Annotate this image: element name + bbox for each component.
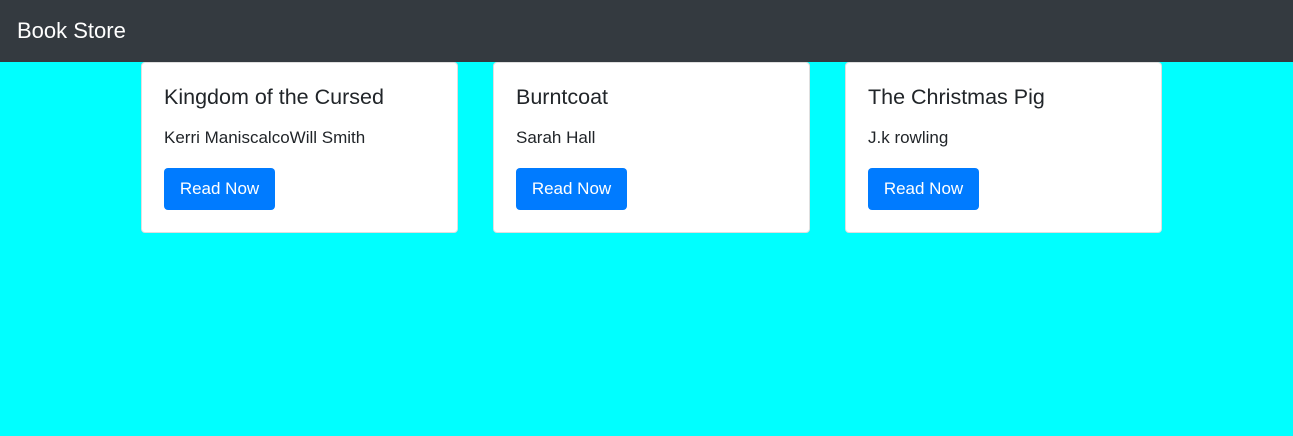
book-title: Burntcoat xyxy=(516,85,609,109)
book-title: The Christmas Pig xyxy=(868,85,1045,109)
book-card: Burntcoat Sarah Hall Read Now xyxy=(493,62,810,233)
read-now-button[interactable]: Read Now xyxy=(868,168,979,210)
book-author: Sarah Hall xyxy=(516,128,596,147)
book-author: Kerri ManiscalcoWill Smith xyxy=(164,128,366,147)
brand-link[interactable]: Book Store xyxy=(17,17,126,45)
book-card: Kingdom of the Cursed Kerri ManiscalcoWi… xyxy=(141,62,458,233)
book-title: Kingdom of the Cursed xyxy=(164,85,384,109)
book-author: J.k rowling xyxy=(868,128,949,147)
book-list: Kingdom of the Cursed Kerri ManiscalcoWi… xyxy=(0,62,1293,234)
navbar: Book Store xyxy=(0,0,1293,62)
read-now-button[interactable]: Read Now xyxy=(164,168,275,210)
book-card: The Christmas Pig J.k rowling Read Now xyxy=(845,62,1162,233)
read-now-button[interactable]: Read Now xyxy=(516,168,627,210)
